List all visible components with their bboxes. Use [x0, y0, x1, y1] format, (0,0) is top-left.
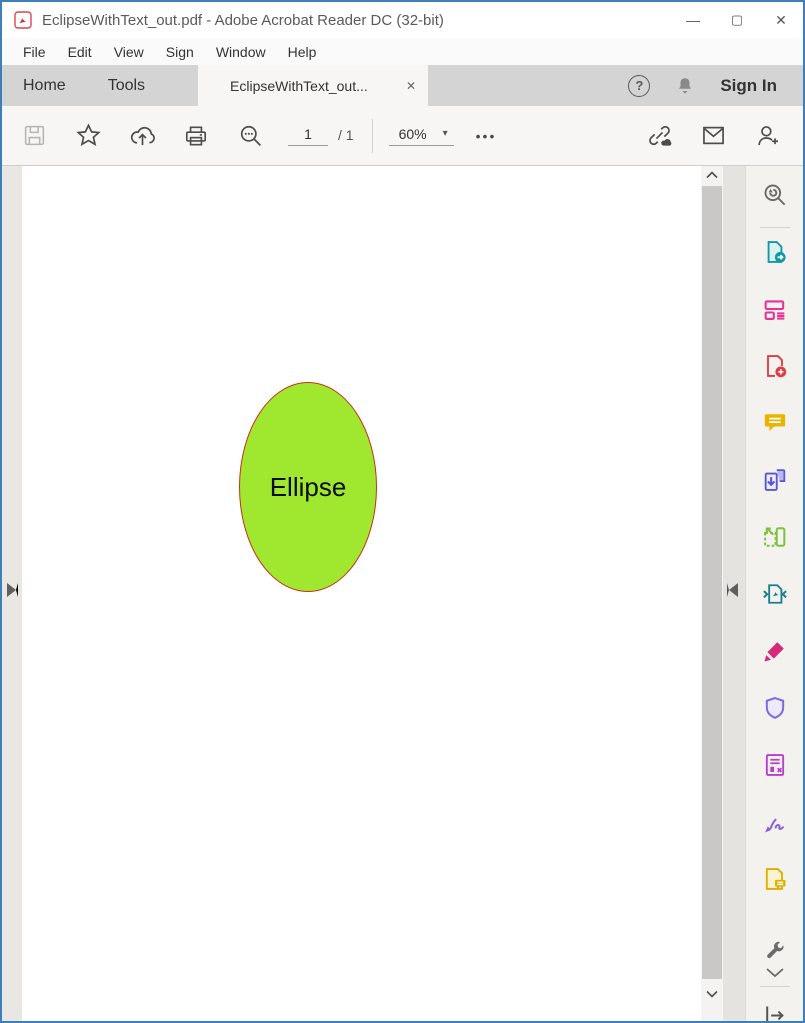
tab-document-label: EclipseWithText_out... [230, 78, 392, 94]
protect-icon[interactable] [758, 691, 792, 725]
left-pane-strip [2, 166, 22, 1021]
pane-collapse-arrow[interactable] [727, 583, 738, 597]
vertical-scrollbar[interactable] [701, 166, 723, 1021]
maximize-button[interactable]: ▢ [715, 2, 759, 38]
print-icon[interactable] [180, 116, 212, 156]
pdf-page[interactable]: Ellipse [22, 166, 701, 1021]
zoom-value: 60% [399, 126, 427, 142]
more-options-icon[interactable]: ••• [476, 128, 497, 144]
help-icon[interactable]: ? [628, 75, 650, 97]
menu-sign[interactable]: Sign [155, 41, 205, 63]
bell-icon[interactable] [674, 75, 696, 97]
menubar: File Edit View Sign Window Help [2, 38, 803, 65]
main-area: Ellipse [2, 166, 803, 1021]
expand-pane-icon[interactable] [758, 998, 792, 1023]
more-tools-icon[interactable] [762, 938, 788, 964]
chevron-down-icon[interactable] [764, 966, 786, 978]
create-pdf-icon[interactable] [758, 349, 792, 383]
compress-pdf-icon[interactable] [758, 577, 792, 611]
comment-icon[interactable] [758, 406, 792, 440]
tools-pane-strip [723, 166, 745, 1021]
tab-tools[interactable]: Tools [87, 65, 166, 106]
save-icon[interactable] [18, 116, 50, 156]
tools-sidebar [745, 166, 803, 1021]
tab-document[interactable]: EclipseWithText_out... ✕ [198, 65, 428, 106]
toolbar-divider [372, 119, 373, 153]
email-icon[interactable] [697, 116, 729, 156]
redact-icon[interactable] [758, 748, 792, 782]
fill-sign-icon[interactable] [758, 634, 792, 668]
edit-pdf-icon[interactable] [758, 292, 792, 326]
account-add-icon[interactable] [751, 116, 783, 156]
menu-file[interactable]: File [12, 41, 57, 63]
organize-pages-icon[interactable] [758, 520, 792, 554]
tab-close-icon[interactable]: ✕ [406, 79, 416, 93]
window-title: EclipseWithText_out.pdf - Adobe Acrobat … [42, 12, 671, 29]
send-for-comments-icon[interactable] [758, 862, 792, 896]
acrobat-window: EclipseWithText_out.pdf - Adobe Acrobat … [0, 0, 805, 1023]
menu-view[interactable]: View [103, 41, 155, 63]
sidebar-divider [760, 227, 790, 228]
pdf-file-icon [14, 11, 32, 29]
sidebar-divider [760, 986, 790, 987]
scroll-down-icon[interactable] [701, 985, 723, 1003]
page-number-input[interactable] [288, 126, 328, 146]
share-link-icon[interactable] [643, 116, 675, 156]
cloud-upload-icon[interactable] [126, 116, 158, 156]
scroll-up-icon[interactable] [701, 166, 723, 184]
tabbar: Home Tools EclipseWithText_out... ✕ ? Si… [2, 65, 803, 106]
request-signatures-icon[interactable] [758, 805, 792, 839]
nav-expand-arrow[interactable] [7, 583, 18, 597]
scrollbar-thumb[interactable] [702, 186, 722, 979]
sign-in-button[interactable]: Sign In [720, 76, 777, 96]
ellipse-label: Ellipse [270, 472, 347, 503]
search-zoom-icon[interactable] [758, 177, 792, 211]
tab-home[interactable]: Home [2, 65, 87, 106]
zoom-level-select[interactable]: 60% ▾ [389, 126, 454, 146]
menu-edit[interactable]: Edit [57, 41, 103, 63]
export-pdf-icon[interactable] [758, 235, 792, 269]
close-button[interactable]: ✕ [759, 2, 803, 38]
toolbar: / 1 60% ▾ ••• [2, 106, 803, 166]
minimize-button[interactable]: — [671, 2, 715, 38]
titlebar: EclipseWithText_out.pdf - Adobe Acrobat … [2, 2, 803, 38]
menu-window[interactable]: Window [205, 41, 277, 63]
ellipse-shape: Ellipse [239, 382, 377, 592]
find-icon[interactable] [234, 116, 266, 156]
page-count-label: / 1 [338, 127, 354, 146]
caret-down-icon: ▾ [443, 128, 448, 139]
menu-help[interactable]: Help [277, 41, 328, 63]
combine-files-icon[interactable] [758, 463, 792, 497]
star-icon[interactable] [72, 116, 104, 156]
